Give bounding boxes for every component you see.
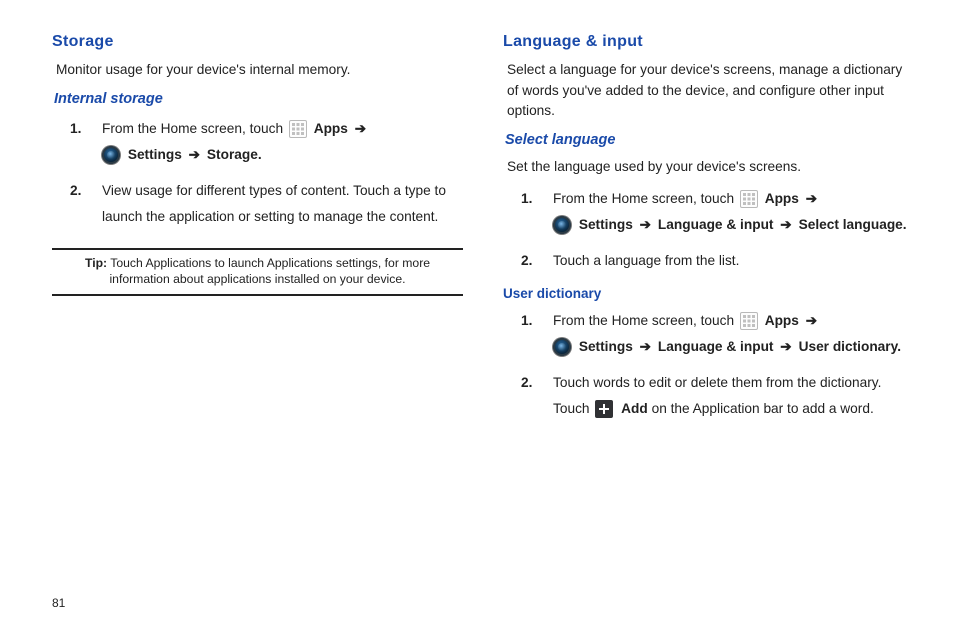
- arrow-icon: ➔: [780, 217, 791, 232]
- document-page: Storage Monitor usage for your device's …: [0, 0, 954, 636]
- storage-step-2: View usage for different types of conten…: [90, 178, 463, 230]
- apps-icon: [740, 312, 758, 330]
- settings-icon: [553, 338, 571, 356]
- settings-label: Settings: [579, 339, 633, 354]
- from-home-text: From the Home screen, touch: [102, 121, 283, 136]
- language-input-desc: Select a language for your device's scre…: [507, 60, 914, 122]
- apps-label: Apps: [765, 191, 799, 206]
- user-dict-step2-b: on the Application bar to add a word.: [652, 401, 874, 416]
- storage-desc: Monitor usage for your device's internal…: [56, 60, 463, 81]
- language-input-heading: Language & input: [503, 30, 914, 54]
- settings-icon: [102, 146, 120, 164]
- storage-heading: Storage: [52, 30, 463, 54]
- select-language-steps: From the Home screen, touch Apps ➔ Setti…: [503, 186, 914, 274]
- select-language-desc: Set the language used by your device's s…: [507, 157, 914, 178]
- select-language-heading: Select language: [505, 130, 914, 152]
- select-lang-step-2: Touch a language from the list.: [541, 248, 914, 274]
- settings-label: Settings: [128, 147, 182, 162]
- arrow-icon: ➔: [640, 339, 651, 354]
- from-home-text: From the Home screen, touch: [553, 191, 734, 206]
- lang-input-path: Language & input: [658, 339, 774, 354]
- tip-box: Tip: Touch Applications to launch Applic…: [52, 248, 463, 296]
- arrow-icon: ➔: [640, 217, 651, 232]
- add-label: Add: [621, 401, 648, 416]
- tip-text: Tip: Touch Applications to launch Applic…: [54, 256, 461, 288]
- apps-icon: [289, 120, 307, 138]
- page-number: 81: [52, 594, 65, 612]
- user-dictionary-steps: From the Home screen, touch Apps ➔ Setti…: [503, 308, 914, 422]
- apps-label: Apps: [314, 121, 348, 136]
- apps-icon: [740, 190, 758, 208]
- left-column: Storage Monitor usage for your device's …: [52, 30, 463, 616]
- from-home-text: From the Home screen, touch: [553, 313, 734, 328]
- select-lang-step-1: From the Home screen, touch Apps ➔ Setti…: [541, 186, 914, 238]
- settings-icon: [553, 216, 571, 234]
- arrow-icon: ➔: [355, 121, 366, 136]
- add-icon: [595, 400, 613, 418]
- apps-label: Apps: [765, 313, 799, 328]
- lang-input-path: Language & input: [658, 217, 774, 232]
- user-dict-step-2: Touch words to edit or delete them from …: [541, 370, 914, 422]
- select-lang-path-last: Select language: [799, 217, 903, 232]
- arrow-icon: ➔: [189, 147, 200, 162]
- right-column: Language & input Select a language for y…: [503, 30, 914, 616]
- user-dict-step-1: From the Home screen, touch Apps ➔ Setti…: [541, 308, 914, 360]
- user-dict-path-last: User dictionary: [799, 339, 898, 354]
- storage-path-last: Storage: [207, 147, 258, 162]
- arrow-icon: ➔: [780, 339, 791, 354]
- settings-label: Settings: [579, 217, 633, 232]
- arrow-icon: ➔: [806, 313, 817, 328]
- tip-body: Touch Applications to launch Application…: [109, 256, 430, 286]
- storage-step-1: From the Home screen, touch Apps ➔ Setti…: [90, 116, 463, 168]
- tip-label: Tip:: [85, 256, 107, 270]
- user-dictionary-heading: User dictionary: [503, 284, 914, 304]
- storage-steps: From the Home screen, touch Apps ➔ Setti…: [52, 116, 463, 230]
- internal-storage-heading: Internal storage: [54, 89, 463, 111]
- arrow-icon: ➔: [806, 191, 817, 206]
